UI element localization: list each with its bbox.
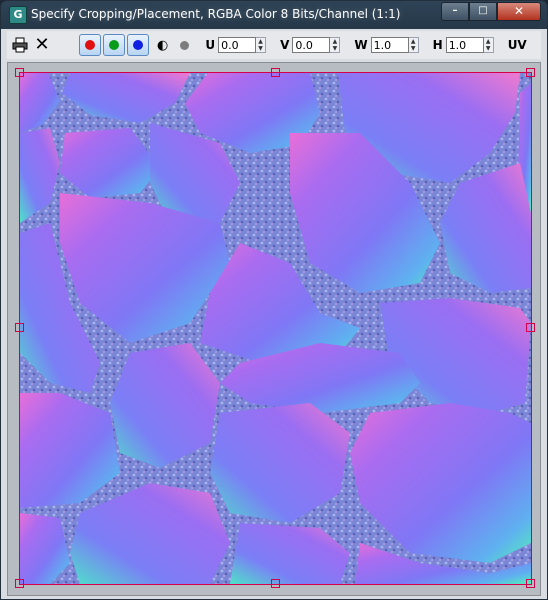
window-title: Specify Cropping/Placement, RGBA Color 8… bbox=[31, 7, 401, 21]
red-channel-button[interactable] bbox=[79, 34, 101, 56]
w-input[interactable] bbox=[370, 37, 409, 53]
minimize-button[interactable]: – bbox=[441, 2, 469, 21]
h-input[interactable] bbox=[445, 37, 484, 53]
crop-handle-left[interactable] bbox=[15, 323, 24, 332]
maximize-button[interactable]: □ bbox=[469, 2, 497, 21]
title-bar[interactable]: G Specify Cropping/Placement, RGBA Color… bbox=[1, 1, 547, 29]
v-label: V bbox=[280, 38, 290, 52]
u-input[interactable] bbox=[218, 37, 257, 53]
crop-region[interactable] bbox=[19, 72, 532, 585]
app-icon: G bbox=[9, 6, 27, 24]
v-spinner[interactable]: ▲ ▼ bbox=[330, 37, 341, 53]
crop-handle-bottom-left[interactable] bbox=[15, 579, 24, 588]
red-dot-icon bbox=[85, 40, 95, 50]
crop-handle-top-right[interactable] bbox=[526, 68, 535, 77]
channel-toggles bbox=[79, 34, 151, 56]
crop-handle-top[interactable] bbox=[271, 68, 280, 77]
blue-channel-button[interactable] bbox=[127, 34, 149, 56]
h-field: H ▲▼ bbox=[433, 37, 494, 53]
printer-icon[interactable] bbox=[11, 36, 29, 54]
close-button[interactable]: ✕ bbox=[497, 2, 541, 21]
image-viewport bbox=[7, 62, 541, 596]
h-label: H bbox=[432, 38, 443, 52]
close-icon[interactable]: ✕ bbox=[33, 36, 51, 54]
crop-handle-bottom[interactable] bbox=[271, 579, 280, 588]
w-spinner[interactable]: ▲ ▼ bbox=[408, 37, 419, 53]
crop-handle-bottom-right[interactable] bbox=[526, 579, 535, 588]
crop-handle-top-left[interactable] bbox=[15, 68, 24, 77]
u-label: U bbox=[205, 38, 216, 52]
window-controls: – □ ✕ bbox=[441, 2, 541, 21]
crop-placement-window: G Specify Cropping/Placement, RGBA Color… bbox=[0, 0, 548, 600]
crop-handle-right[interactable] bbox=[526, 323, 535, 332]
h-spinner[interactable]: ▲ ▼ bbox=[483, 37, 494, 53]
uv-toggle[interactable]: UV bbox=[508, 38, 527, 52]
green-channel-button[interactable] bbox=[103, 34, 125, 56]
alpha-channel-icon[interactable] bbox=[180, 40, 190, 50]
w-field: W ▲▼ bbox=[354, 37, 419, 53]
v-field: V ▲▼ bbox=[280, 37, 341, 53]
w-label: W bbox=[354, 38, 368, 52]
green-dot-icon bbox=[109, 40, 119, 50]
normal-map-image bbox=[20, 73, 531, 584]
blue-dot-icon bbox=[133, 40, 143, 50]
u-field: U ▲▼ bbox=[205, 37, 267, 53]
u-spinner[interactable]: ▲ ▼ bbox=[256, 37, 267, 53]
monochrome-icon[interactable]: ◐ bbox=[157, 38, 168, 53]
v-input[interactable] bbox=[292, 37, 331, 53]
toolbar: ✕ ◐ U ▲▼ V ▲▼ W ▲▼ bbox=[7, 31, 541, 59]
